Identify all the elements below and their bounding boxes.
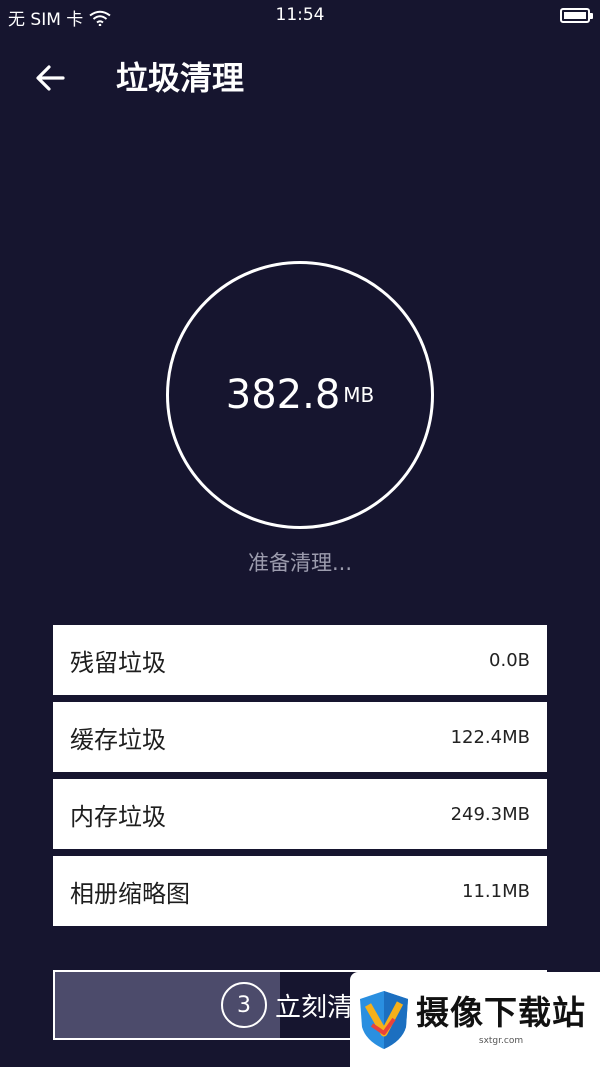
junk-row-label: 缓存垃圾 — [70, 725, 166, 754]
scan-status-text: 准备清理... — [247, 551, 353, 575]
junk-row-thumbnails[interactable]: 相册缩略图 11.1MB — [53, 856, 547, 926]
page-title: 垃圾清理 — [116, 59, 245, 97]
junk-row-memory[interactable]: 内存垃圾 249.3MB — [53, 779, 547, 849]
junk-size-value: 382.8 — [225, 372, 341, 418]
countdown-badge: 3 — [220, 982, 267, 1028]
junk-row-size: 11.1MB — [462, 880, 530, 902]
junk-size-gauge: 382.8 MB — [166, 261, 434, 529]
watermark-badge: 摄像下载站 sxtgr.com — [350, 972, 600, 1067]
junk-category-list: 残留垃圾 0.0B 缓存垃圾 122.4MB 内存垃圾 249.3MB 相册缩略… — [53, 625, 547, 933]
junk-size-unit: MB — [343, 383, 375, 407]
junk-row-size: 122.4MB — [450, 726, 530, 748]
status-bar: 无 SIM 卡 11:54 — [0, 0, 600, 32]
junk-row-size: 249.3MB — [450, 803, 530, 825]
battery-level — [564, 12, 586, 19]
back-button[interactable] — [28, 56, 72, 100]
junk-row-label: 相册缩略图 — [70, 879, 190, 908]
battery-icon — [560, 8, 593, 23]
watermark-name: 摄像下载站 — [416, 992, 586, 1032]
junk-row-label: 残留垃圾 — [70, 648, 166, 677]
status-time: 11:54 — [275, 5, 325, 25]
junk-row-label: 内存垃圾 — [70, 802, 166, 831]
junk-row-size: 0.0B — [489, 649, 530, 671]
arrow-left-icon — [36, 65, 65, 91]
junk-row-cache[interactable]: 缓存垃圾 122.4MB — [53, 702, 547, 772]
watermark-url: sxtgr.com — [478, 1035, 524, 1046]
shield-logo-icon — [360, 990, 408, 1049]
watermark-text: 摄像下载站 sxtgr.com — [416, 992, 586, 1046]
junk-row-residual[interactable]: 残留垃圾 0.0B — [53, 625, 547, 695]
countdown-number: 3 — [236, 992, 251, 1018]
app-header: 垃圾清理 — [0, 50, 600, 106]
